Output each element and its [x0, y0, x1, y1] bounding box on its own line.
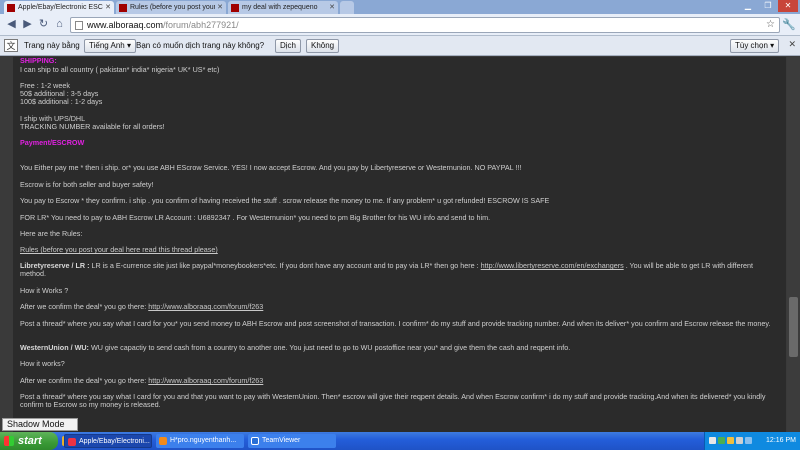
site-favicon-icon	[7, 4, 15, 12]
forum-post-body: SHIPPING: I can ship to all country ( pa…	[13, 57, 786, 432]
reload-icon[interactable]: ↻	[36, 17, 51, 32]
wrench-menu-icon[interactable]: 🔧	[782, 18, 796, 31]
shadow-mode-label[interactable]: Shadow Mode	[2, 418, 78, 431]
site-favicon-icon	[231, 4, 239, 12]
task-chrome[interactable]: Apple/Ebay/Electroni...	[64, 434, 152, 448]
tracking-note: TRACKING NUMBER available for all orders…	[20, 122, 165, 131]
forward-arrow-icon[interactable]: ▶	[20, 17, 35, 32]
close-tab-icon[interactable]: ✕	[217, 1, 223, 14]
task-teamviewer[interactable]: TeamViewer	[248, 434, 336, 448]
url-text: www.alboraaq.com/forum/abh277921/	[87, 20, 239, 30]
rules-here: Here are the Rules:	[20, 229, 83, 238]
translate-options-button[interactable]: Tùy chọn ▾	[730, 39, 780, 53]
forum-link-2[interactable]: http://www.alboraaq.com/forum/f263	[148, 376, 263, 385]
tab-title: Apple/Ebay/Electronic ESCR	[18, 4, 103, 11]
teamviewer-icon	[251, 437, 259, 445]
translate-button[interactable]: Dịch	[275, 39, 302, 53]
close-window-button[interactable]: ✕	[778, 0, 798, 12]
language-select[interactable]: Tiếng Anh ▾	[84, 39, 136, 53]
translate-icon: 文	[4, 39, 18, 52]
home-icon[interactable]: ⌂	[52, 17, 67, 32]
lr-exchangers-link[interactable]: http://www.libertyreserve.com/en/exchang…	[481, 261, 624, 270]
tray-network-icon[interactable]	[709, 437, 716, 444]
rules-link[interactable]: Rules (before you post your deal here re…	[20, 246, 780, 254]
post-thread-2: Post a thread* where you say what I card…	[20, 392, 766, 409]
ship-free: Free : 1-2 week	[20, 81, 70, 90]
close-infobar-icon[interactable]: ✕	[788, 39, 796, 50]
close-tab-icon[interactable]: ✕	[105, 1, 111, 14]
lr-paragraph: Libretyreserve / LR : LR is a E-currence…	[20, 261, 754, 278]
pay-options: You Either pay me * then i ship. or* you…	[20, 163, 522, 172]
escrow-both: Escrow is for both seller and buyer safe…	[20, 180, 154, 189]
browser-tab-strip: Apple/Ebay/Electronic ESCR ✕ Rules (befo…	[0, 0, 800, 14]
tab-rules[interactable]: Rules (before you post your ✕	[116, 1, 226, 14]
ship-100: 100$ additional : 1-2 days	[20, 97, 103, 106]
tray-security-icon[interactable]	[727, 437, 734, 444]
page-scrollbar[interactable]	[787, 57, 800, 432]
tab-my-deal[interactable]: my deal with zepequeno ✕	[228, 1, 338, 14]
windows-flag-icon	[4, 436, 14, 446]
lr-account: FOR LR* You need to pay to ABH Escrow LR…	[20, 213, 491, 222]
translate-label: Trang này bằng	[24, 41, 80, 50]
payment-heading: Payment/ESCROW	[20, 138, 85, 147]
start-button[interactable]: start	[0, 432, 58, 450]
ship-50: 50$ additional : 3-5 days	[20, 89, 99, 98]
tab-apple-ebay[interactable]: Apple/Ebay/Electronic ESCR ✕	[4, 1, 114, 14]
shipping-heading: SHIPPING:	[20, 57, 57, 65]
ship-countries: I can ship to all country ( pakistan* in…	[20, 65, 220, 74]
maximize-window-button[interactable]: ❐	[758, 0, 778, 12]
how-it-works-2: How it works?	[20, 359, 65, 368]
how-it-works-1: How it Works ?	[20, 286, 69, 295]
post-thread-1: Post a thread* where you say what I card…	[20, 319, 771, 328]
after-confirm-2: After we confirm the deal* you go there:…	[20, 376, 264, 385]
tray-teamviewer-icon[interactable]	[745, 437, 752, 444]
decline-translate-button[interactable]: Không	[306, 39, 340, 53]
tray-app-icon[interactable]	[718, 437, 725, 444]
translate-infobar: 文 Trang này bằng Tiếng Anh ▾ Bạn có muốn…	[0, 36, 800, 56]
tab-title: Rules (before you post your	[130, 4, 215, 11]
clock[interactable]: 12:16 PM	[766, 432, 796, 450]
messenger-icon	[159, 437, 167, 445]
system-tray: 12:16 PM	[704, 432, 800, 450]
tray-volume-icon[interactable]	[736, 437, 743, 444]
browser-toolbar: ◀ ▶ ↻ ⌂ www.alboraaq.com/forum/abh277921…	[0, 14, 800, 36]
scrollbar-thumb[interactable]	[789, 297, 798, 357]
tab-title: my deal with zepequeno	[242, 4, 318, 11]
minimize-window-button[interactable]: ▁	[738, 0, 758, 12]
address-bar[interactable]: www.alboraaq.com/forum/abh277921/ ☆	[70, 17, 780, 33]
forum-link-1[interactable]: http://www.alboraaq.com/forum/f263	[148, 302, 263, 311]
close-tab-icon[interactable]: ✕	[329, 1, 335, 14]
chrome-icon	[68, 438, 76, 446]
pay-to-escrow: You pay to Escrow * they confirm. i ship…	[20, 196, 550, 205]
wu-paragraph: WesternUnion / WU: WU give capactiy to s…	[20, 343, 571, 352]
windows-taskbar: start Apple/Ebay/Electroni... H*pro.nguy…	[0, 432, 800, 450]
new-tab-button[interactable]	[340, 1, 354, 14]
translate-question: Bạn có muốn dịch trang này không?	[136, 41, 265, 50]
wu-label: WesternUnion / WU:	[20, 343, 89, 352]
after-confirm-1: After we confirm the deal* you go there:…	[20, 302, 264, 311]
page-icon	[75, 21, 83, 30]
page-viewport: SHIPPING: I can ship to all country ( pa…	[0, 57, 800, 432]
back-arrow-icon[interactable]: ◀	[4, 17, 19, 32]
site-favicon-icon	[119, 4, 127, 12]
task-msn[interactable]: H*pro.nguyenthanh...	[156, 434, 244, 448]
bookmark-star-icon[interactable]: ☆	[766, 18, 775, 32]
